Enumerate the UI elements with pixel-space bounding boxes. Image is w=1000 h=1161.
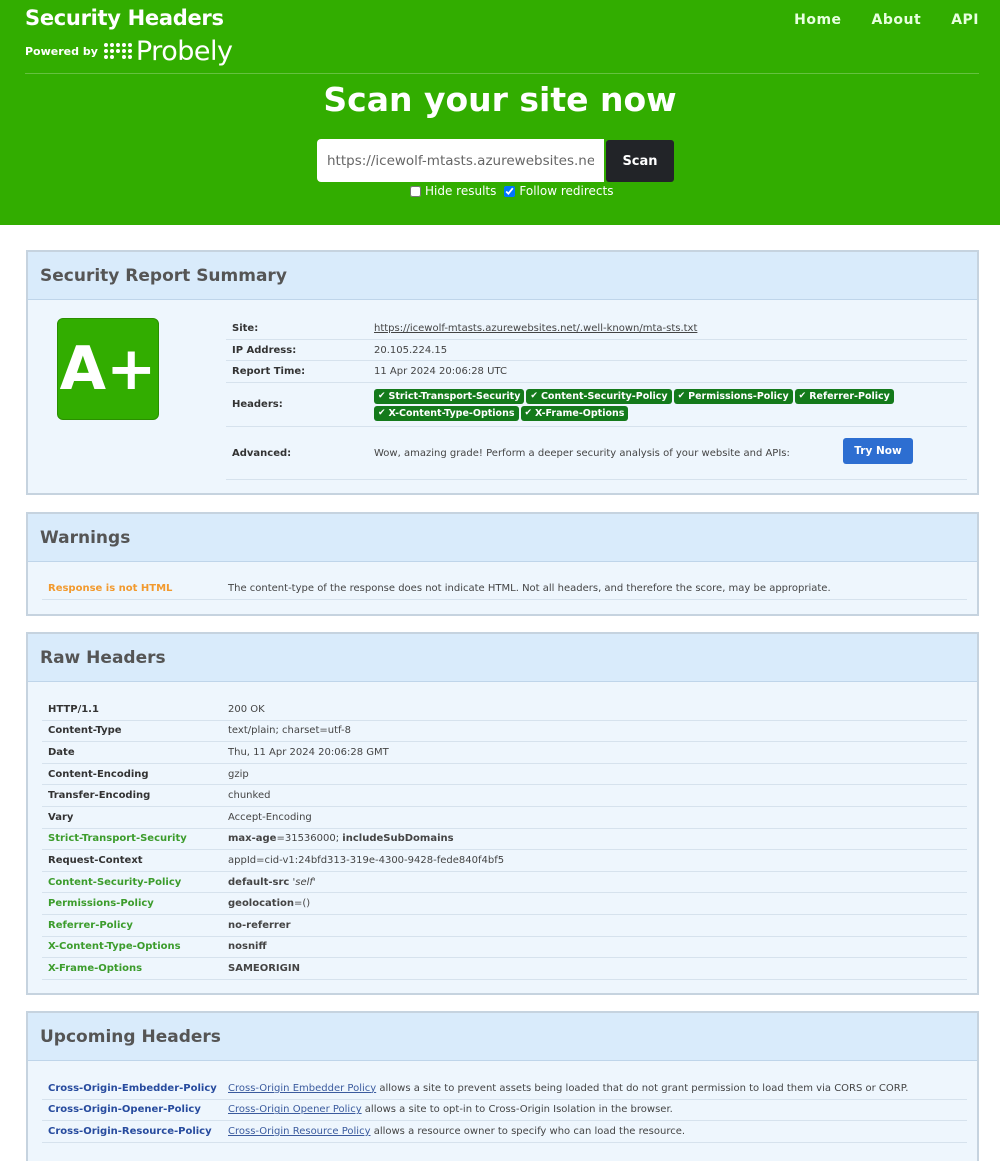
table-row: Content-Security-Policy default-src 'self… [42, 872, 967, 894]
nav-about[interactable]: About [872, 12, 922, 28]
warnings-panel: Warnings Response is not HTML The conten… [26, 512, 979, 616]
hide-results-label: Hide results [425, 184, 497, 198]
badge-x-frame-options: ✔ X-Frame-Options [520, 405, 629, 421]
table-row: Vary Accept-Encoding [42, 807, 967, 829]
check-icon: ✔ [378, 408, 386, 418]
table-row: Cross-Origin-Embedder-Policy Cross-Origi… [42, 1078, 967, 1100]
try-now-button[interactable]: Try Now [843, 438, 913, 464]
check-icon: ✔ [524, 408, 533, 418]
nav-home[interactable]: Home [794, 12, 841, 28]
table-row: Strict-Transport-Security max-age=3153600… [42, 829, 967, 851]
table-row: Date Thu, 11 Apr 2024 20:06:28 GMT [42, 742, 967, 764]
grade-badge: A+ [57, 318, 159, 420]
scan-options: Hide results Follow redirects [410, 184, 613, 198]
main-nav: Home About API [794, 12, 979, 28]
table-row: Request-Context appId=cid-v1:24bfd313-319… [42, 850, 967, 872]
site-link[interactable]: https://icewolf-mtasts.azurewebsites.net… [374, 323, 967, 334]
check-icon: ✔ [378, 391, 386, 401]
site-header: Security Headers Powered by Probely Home… [0, 0, 1000, 225]
coep-link[interactable]: Cross-Origin Embedder Policy [228, 1083, 376, 1094]
summary-row-site: Site: https://icewolf-mtasts.azurewebsit… [226, 318, 967, 340]
table-row: X-Content-Type-Options nosniff [42, 937, 967, 959]
scan-form: Scan [317, 139, 674, 182]
summary-row-time: Report Time: 11 Apr 2024 20:06:28 UTC [226, 361, 967, 383]
summary-heading: Security Report Summary [28, 252, 977, 300]
site-title[interactable]: Security Headers [25, 6, 224, 30]
table-row: Permissions-Policy geolocation=() [42, 893, 967, 915]
follow-redirects-label: Follow redirects [519, 184, 614, 198]
table-row: Transfer-Encoding chunked [42, 785, 967, 807]
corp-link[interactable]: Cross-Origin Resource Policy [228, 1126, 371, 1137]
ip-label: IP Address: [232, 344, 297, 356]
table-row: Cross-Origin-Opener-Policy Cross-Origin … [42, 1100, 967, 1122]
header-badges: ✔ Strict-Transport-Security ✔ Content-Secu… [374, 388, 967, 422]
probely-logo-text: Probely [135, 36, 233, 67]
badge-permissions-policy: ✔ Permissions-Policy [673, 388, 793, 404]
warnings-heading: Warnings [28, 514, 977, 562]
url-input[interactable] [317, 139, 604, 182]
table-row: Referrer-Policy no-referrer [42, 915, 967, 937]
nav-api[interactable]: API [951, 12, 979, 28]
powered-by-label: Powered by [25, 45, 98, 58]
badge-content-security-policy: ✔ Content-Security-Policy [526, 388, 672, 404]
site-label: Site: [232, 323, 259, 334]
report-time-label: Report Time: [232, 366, 306, 377]
summary-row-ip: IP Address: 20.105.224.15 [226, 340, 967, 361]
scan-button[interactable]: Scan [606, 140, 674, 182]
badge-strict-transport-security: ✔ Strict-Transport-Security [374, 388, 525, 404]
table-row: X-Frame-Options SAMEORIGIN [42, 958, 967, 980]
check-icon: ✔ [677, 391, 686, 401]
table-row: Content-Type text/plain; charset=utf-8 [42, 721, 967, 743]
badge-referrer-policy: ✔ Referrer-Policy [794, 388, 894, 404]
header-divider [25, 73, 979, 74]
raw-headers-panel: Raw Headers HTTP/1.1 200 OK Content-Type t… [26, 632, 979, 995]
hide-results-option[interactable]: Hide results [410, 184, 496, 198]
powered-by[interactable]: Powered by Probely [25, 36, 233, 67]
raw-headers-table: HTTP/1.1 200 OK Content-Type text/plain; c… [42, 699, 967, 980]
summary-row-headers: Headers: ✔ Strict-Transport-Security ✔ Con… [226, 383, 967, 427]
table-row: Content-Encoding gzip [42, 764, 967, 786]
upcoming-headers-table: Cross-Origin-Embedder-Policy Cross-Origi… [42, 1078, 967, 1143]
table-row: HTTP/1.1 200 OK [42, 699, 967, 721]
security-report-summary: Security Report Summary A+ Site: https:/… [26, 250, 979, 495]
report-time-value: 11 Apr 2024 20:06:28 UTC [374, 366, 507, 377]
follow-redirects-option[interactable]: Follow redirects [504, 184, 613, 198]
coop-link[interactable]: Cross-Origin Opener Policy [228, 1104, 362, 1115]
hide-results-checkbox[interactable] [410, 185, 421, 197]
headers-label: Headers: [232, 399, 283, 410]
probely-logo-icon [103, 43, 133, 60]
check-icon: ✔ [798, 391, 807, 401]
warnings-table: Response is not HTML The content-type of… [42, 577, 967, 600]
upcoming-headers-panel: Upcoming Headers Cross-Origin-Embedder-P… [26, 1011, 979, 1161]
follow-redirects-checkbox[interactable] [504, 185, 516, 197]
table-row: Cross-Origin-Resource-Policy Cross-Origi… [42, 1121, 967, 1143]
warning-key: Response is not HTML [48, 582, 173, 594]
scan-title: Scan your site now [323, 80, 677, 119]
upcoming-headers-heading: Upcoming Headers [28, 1013, 977, 1061]
badge-x-content-type-options: ✔ X-Content-Type-Options [374, 405, 519, 421]
warning-value: The content-type of the response does no… [228, 582, 831, 594]
check-icon: ✔ [530, 391, 538, 401]
ip-value: 20.105.224.15 [374, 344, 448, 356]
advanced-label: Advanced: [232, 447, 292, 459]
raw-headers-heading: Raw Headers [28, 634, 977, 682]
table-row: Response is not HTML The content-type of… [42, 577, 967, 600]
